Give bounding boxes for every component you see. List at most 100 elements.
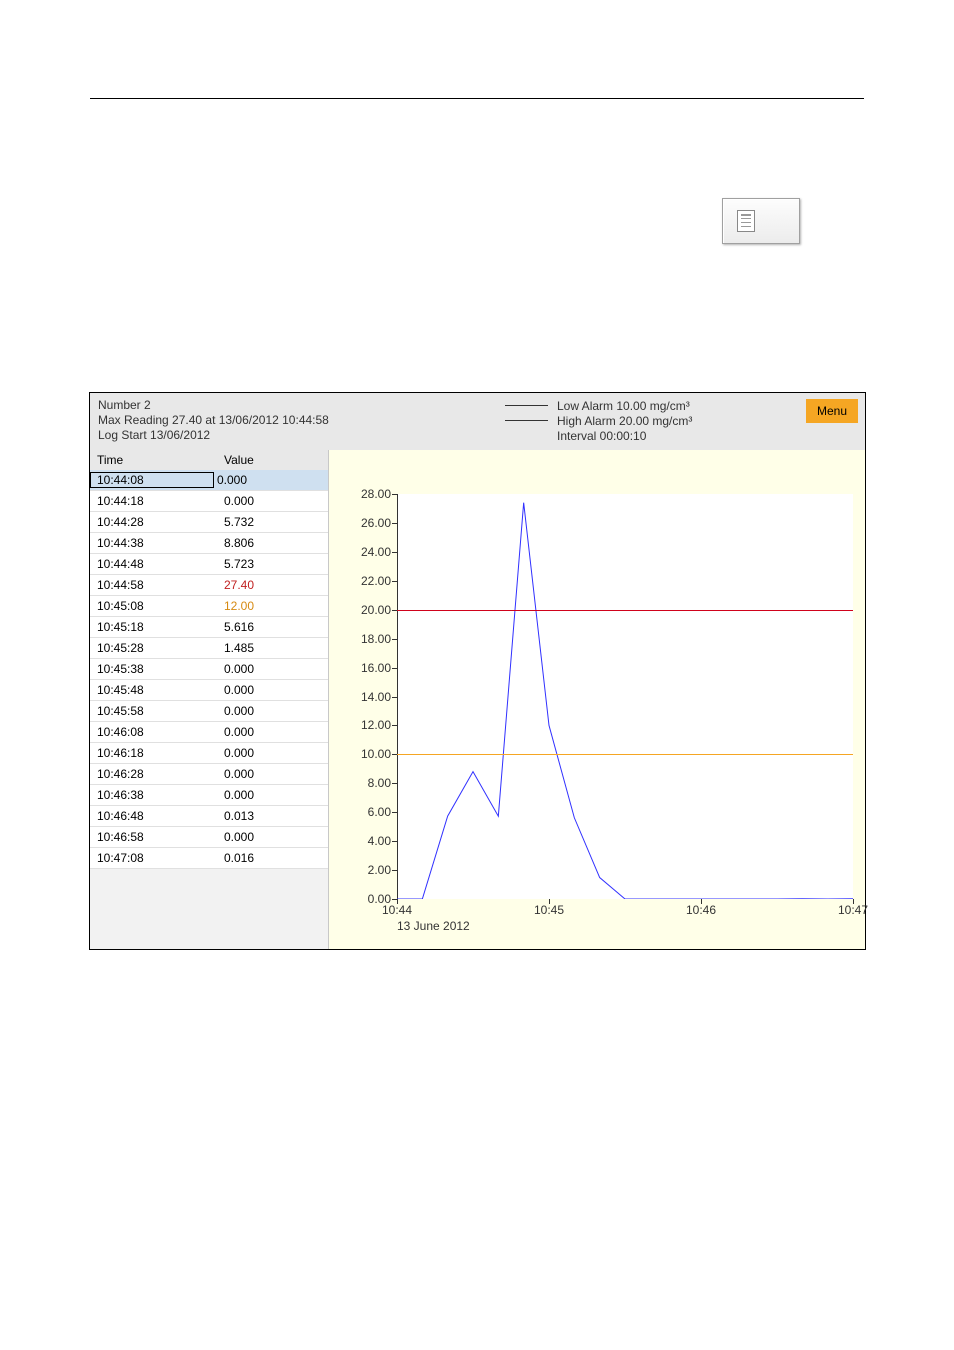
cell-time: 10:44:58 xyxy=(90,578,221,592)
y-tick-mark xyxy=(392,725,397,726)
table-row[interactable]: 10:46:280.000 xyxy=(90,764,328,785)
cell-value: 5.732 xyxy=(221,515,328,529)
x-tick-label: 10:44 xyxy=(382,903,412,917)
legend: Low Alarm 10.00 mg/cm³ High Alarm 20.00 … xyxy=(505,398,692,443)
table-row[interactable]: 10:45:480.000 xyxy=(90,680,328,701)
table-row[interactable]: 10:44:080.000 xyxy=(90,470,328,491)
table-row[interactable]: 10:46:580.000 xyxy=(90,827,328,848)
table-header: Time Value xyxy=(90,450,328,470)
y-tick-mark xyxy=(392,783,397,784)
cell-time: 10:44:28 xyxy=(90,515,221,529)
y-tick-label: 14.00 xyxy=(361,690,391,704)
cell-time: 10:47:08 xyxy=(90,851,221,865)
y-tick-label: 2.00 xyxy=(368,863,391,877)
cell-time: 10:44:18 xyxy=(90,494,221,508)
y-tick-label: 28.00 xyxy=(361,487,391,501)
y-tick-mark xyxy=(392,552,397,553)
y-tick-mark xyxy=(392,697,397,698)
table-row[interactable]: 10:44:485.723 xyxy=(90,554,328,575)
header-max-reading: Max Reading 27.40 at 13/06/2012 10:44:58 xyxy=(98,413,857,428)
header-number: Number 2 xyxy=(98,398,857,413)
cell-time: 10:45:08 xyxy=(90,599,221,613)
y-tick-mark xyxy=(392,639,397,640)
table-row[interactable]: 10:46:480.013 xyxy=(90,806,328,827)
cell-time: 10:45:48 xyxy=(90,683,221,697)
table-row[interactable]: 10:47:080.016 xyxy=(90,848,328,869)
cell-value: 0.000 xyxy=(221,704,328,718)
y-tick-mark xyxy=(392,870,397,871)
cell-value: 0.000 xyxy=(221,662,328,676)
cell-value: 0.013 xyxy=(221,809,328,823)
table-row[interactable]: 10:44:388.806 xyxy=(90,533,328,554)
table-row[interactable]: 10:45:185.616 xyxy=(90,617,328,638)
cell-value: 5.616 xyxy=(221,620,328,634)
y-tick-label: 10.00 xyxy=(361,747,391,761)
cell-value: 0.000 xyxy=(221,830,328,844)
horizontal-rule xyxy=(90,98,864,99)
cell-value: 5.723 xyxy=(221,557,328,571)
cell-value: 0.000 xyxy=(221,788,328,802)
data-table: Time Value 10:44:080.00010:44:180.00010:… xyxy=(90,450,329,949)
notes-button[interactable] xyxy=(722,198,800,244)
table-row[interactable]: 10:46:380.000 xyxy=(90,785,328,806)
y-tick-label: 18.00 xyxy=(361,632,391,646)
table-row[interactable]: 10:46:180.000 xyxy=(90,743,328,764)
y-tick-mark xyxy=(392,523,397,524)
y-tick-label: 6.00 xyxy=(368,805,391,819)
cell-time: 10:45:38 xyxy=(90,662,221,676)
table-row[interactable]: 10:44:5827.40 xyxy=(90,575,328,596)
cell-time: 10:44:38 xyxy=(90,536,221,550)
data-series-line xyxy=(397,494,853,899)
high-alarm-swatch xyxy=(505,420,548,421)
cell-time: 10:46:28 xyxy=(90,767,221,781)
cell-value: 0.000 xyxy=(221,683,328,697)
y-tick-mark xyxy=(392,494,397,495)
y-tick-label: 8.00 xyxy=(368,776,391,790)
table-row[interactable]: 10:46:080.000 xyxy=(90,722,328,743)
interval-label: Interval 00:00:10 xyxy=(557,429,646,443)
cell-time: 10:45:58 xyxy=(90,704,221,718)
x-axis-date: 13 June 2012 xyxy=(397,919,470,933)
cell-value: 0.016 xyxy=(221,851,328,865)
cell-time: 10:45:18 xyxy=(90,620,221,634)
y-tick-label: 22.00 xyxy=(361,574,391,588)
panel-header: Number 2 Max Reading 27.40 at 13/06/2012… xyxy=(90,393,865,450)
cell-time: 10:46:38 xyxy=(90,788,221,802)
y-tick-label: 16.00 xyxy=(361,661,391,675)
low-alarm-line xyxy=(397,754,853,755)
table-row[interactable]: 10:44:180.000 xyxy=(90,491,328,512)
cell-value: 0.000 xyxy=(221,767,328,781)
cell-value: 0.000 xyxy=(221,725,328,739)
y-tick-label: 20.00 xyxy=(361,603,391,617)
col-value-header: Value xyxy=(221,453,328,467)
cell-value: 8.806 xyxy=(221,536,328,550)
high-alarm-label: High Alarm 20.00 mg/cm³ xyxy=(557,414,692,428)
table-row[interactable]: 10:45:580.000 xyxy=(90,701,328,722)
cell-time: 10:46:58 xyxy=(90,830,221,844)
plot-region: 0.002.004.006.008.0010.0012.0014.0016.00… xyxy=(397,494,853,899)
y-tick-mark xyxy=(392,841,397,842)
y-tick-mark xyxy=(392,581,397,582)
cell-value: 0.000 xyxy=(214,473,328,487)
table-row[interactable]: 10:44:285.732 xyxy=(90,512,328,533)
x-tick-label: 10:45 xyxy=(534,903,564,917)
table-row[interactable]: 10:45:0812.00 xyxy=(90,596,328,617)
cell-time: 10:44:08 xyxy=(90,472,214,488)
x-tick-label: 10:47 xyxy=(838,903,868,917)
menu-button[interactable]: Menu xyxy=(806,399,858,423)
cell-value: 0.000 xyxy=(221,494,328,508)
cell-time: 10:44:48 xyxy=(90,557,221,571)
low-alarm-label: Low Alarm 10.00 mg/cm³ xyxy=(557,399,690,413)
y-tick-label: 26.00 xyxy=(361,516,391,530)
cell-value: 27.40 xyxy=(221,578,328,592)
y-tick-label: 4.00 xyxy=(368,834,391,848)
low-alarm-swatch xyxy=(505,405,548,406)
cell-value: 1.485 xyxy=(221,641,328,655)
y-tick-mark xyxy=(392,812,397,813)
cell-value: 12.00 xyxy=(221,599,328,613)
header-log-start: Log Start 13/06/2012 xyxy=(98,428,857,443)
table-row[interactable]: 10:45:380.000 xyxy=(90,659,328,680)
table-row[interactable]: 10:45:281.485 xyxy=(90,638,328,659)
cell-time: 10:45:28 xyxy=(90,641,221,655)
notes-icon xyxy=(737,210,755,232)
